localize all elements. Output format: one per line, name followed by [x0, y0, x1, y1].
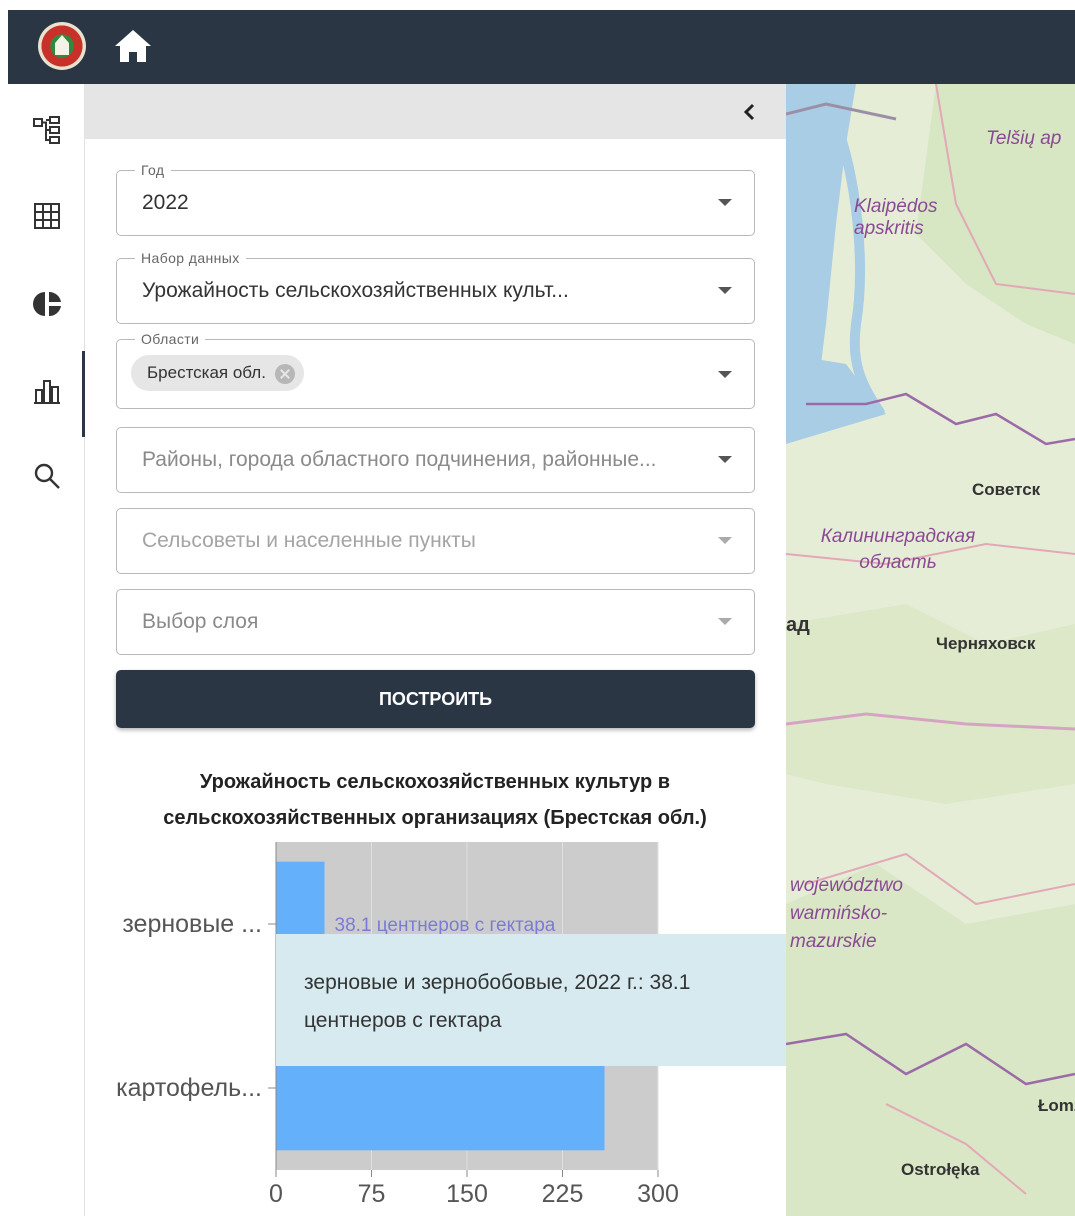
data-label: 38.1 центнеров с гектара — [335, 915, 556, 936]
chart-title: Урожайность сельскохозяйственных культур… — [163, 771, 707, 829]
dataset-select-label: Набор данных — [135, 250, 246, 266]
councils-select-placeholder: Сельсоветы и населенные пункты — [142, 529, 476, 552]
chevron-down-icon — [718, 287, 732, 294]
y-tick-label: картофель... — [116, 1074, 262, 1102]
layer-select-placeholder: Выбор слоя — [142, 610, 259, 633]
x-tick-label: 225 — [542, 1180, 584, 1208]
districts-select-placeholder: Районы, города областного подчинения, ра… — [142, 448, 657, 471]
search-icon — [34, 463, 60, 489]
grid-icon — [33, 203, 60, 229]
home-button[interactable] — [110, 24, 156, 68]
hierarchy-icon — [32, 116, 60, 144]
x-tick-label: 75 — [358, 1180, 386, 1208]
regions-select[interactable]: Области Брестская обл. — [116, 331, 755, 409]
year-select-label: Год — [135, 162, 171, 178]
districts-select[interactable]: Районы, города областного подчинения, ра… — [116, 427, 755, 493]
chevron-left-icon — [743, 103, 755, 121]
emblem-logo[interactable] — [38, 22, 86, 70]
year-select-value: 2022 — [142, 191, 189, 214]
tool-rail — [8, 84, 85, 1216]
chart-panel: Год 2022 Набор данных Урожайность сельск… — [85, 84, 786, 1216]
map-label-lomza: Łomż — [1038, 1096, 1075, 1115]
map-view[interactable]: Telšių ap Klaipėdos apskritis Советск Ка… — [786, 84, 1075, 1216]
collapse-panel-button[interactable] — [736, 98, 764, 126]
bar-chart-button[interactable] — [8, 351, 85, 437]
x-tick-label: 300 — [637, 1180, 679, 1208]
map-label-chernyakhovsk: Черняховск — [936, 634, 1036, 653]
app-header — [8, 10, 1075, 84]
map-label-sovetsk: Советск — [972, 480, 1041, 499]
year-select[interactable]: Год 2022 — [116, 162, 755, 236]
x-tick-label: 150 — [446, 1180, 488, 1208]
panel-header — [85, 84, 786, 139]
dataset-select-value: Урожайность сельскохозяйственных культ..… — [142, 279, 569, 302]
councils-select[interactable]: Сельсоветы и населенные пункты — [116, 508, 755, 574]
map-label-kaliningrad-region: Калининградская область — [820, 526, 976, 573]
pie-chart-button[interactable] — [8, 274, 85, 334]
hierarchy-button[interactable] — [8, 100, 85, 160]
chevron-down-icon — [718, 618, 732, 625]
map-label-warmia-masuria: województwo warmińsko-mazurskie — [790, 875, 903, 952]
region-chip: Брестская обл. — [131, 355, 304, 391]
dataset-select[interactable]: Набор данных Урожайность сельскохозяйств… — [116, 250, 755, 324]
map-label-telsiai: Telšių ap — [986, 128, 1062, 149]
chevron-down-icon — [718, 456, 732, 463]
chart-tooltip: зерновые и зернобобовые, 2022 г.: 38.1 ц… — [276, 934, 786, 1066]
bar-chart-icon — [33, 380, 60, 404]
x-tick-label: 0 — [269, 1180, 283, 1208]
chevron-down-icon — [718, 537, 732, 544]
chevron-down-icon — [718, 371, 732, 378]
map-label-kaliningrad: ад — [786, 614, 810, 636]
home-icon — [115, 30, 151, 62]
build-button[interactable]: ПОСТРОИТЬ — [116, 670, 755, 728]
map-label-klaipeda: Klaipėdos apskritis — [854, 196, 938, 239]
search-button[interactable] — [8, 446, 85, 506]
pie-chart-icon — [32, 291, 61, 317]
map-label-ostroleka: Ostrołęka — [901, 1160, 980, 1179]
chevron-down-icon — [718, 199, 732, 206]
remove-chip-icon[interactable] — [274, 364, 295, 384]
y-tick-label: зерновые ... — [122, 910, 262, 938]
region-chip-label: Брестская обл. — [147, 363, 266, 382]
regions-select-label: Области — [135, 331, 206, 347]
layer-select[interactable]: Выбор слоя — [116, 589, 755, 655]
table-button[interactable] — [8, 186, 85, 246]
